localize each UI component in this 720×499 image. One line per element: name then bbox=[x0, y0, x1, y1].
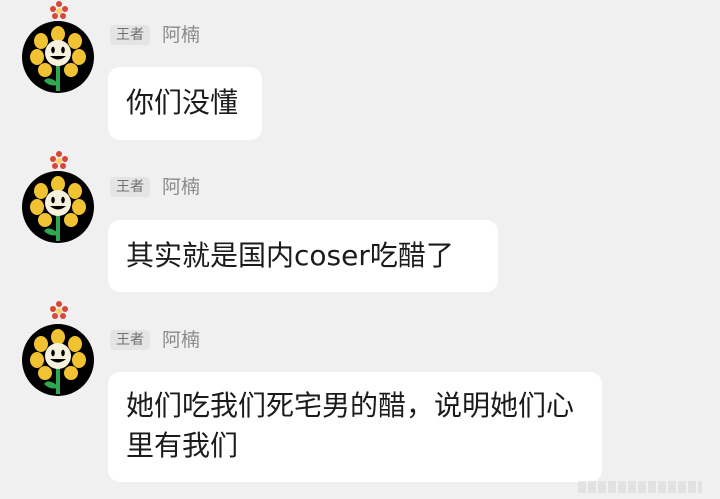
flower-badge-icon bbox=[48, 150, 70, 172]
avatar[interactable] bbox=[22, 324, 94, 396]
sender-name[interactable]: 阿楠 bbox=[162, 24, 200, 46]
avatar[interactable] bbox=[22, 21, 94, 93]
rank-badge: 王者 bbox=[110, 177, 150, 197]
message-bubble[interactable]: 你们没懂 bbox=[108, 67, 262, 140]
watermark bbox=[578, 481, 702, 493]
message-meta: 王者 阿楠 bbox=[110, 329, 200, 351]
flower-badge-icon bbox=[48, 0, 70, 22]
message-text: 你们没懂 bbox=[126, 86, 239, 119]
message-item: 王者 阿楠 她们吃我们死宅男的醋，说明她们心里有我们 bbox=[0, 300, 720, 499]
smiling-flower-icon bbox=[22, 21, 94, 93]
message-bubble[interactable]: 她们吃我们死宅男的醋，说明她们心里有我们 bbox=[108, 372, 602, 482]
rank-badge: 王者 bbox=[110, 330, 150, 350]
message-text: 她们吃我们死宅男的醋，说明她们心里有我们 bbox=[126, 389, 575, 462]
message-text: 其实就是国内coser吃醋了 bbox=[126, 239, 454, 272]
sender-name[interactable]: 阿楠 bbox=[162, 329, 200, 351]
message-bubble[interactable]: 其实就是国内coser吃醋了 bbox=[108, 220, 498, 292]
message-meta: 王者 阿楠 bbox=[110, 176, 200, 198]
flower-badge-icon bbox=[48, 300, 70, 322]
avatar[interactable] bbox=[22, 171, 94, 243]
smiling-flower-icon bbox=[22, 171, 94, 243]
rank-badge: 王者 bbox=[110, 25, 150, 45]
message-item: 王者 阿楠 你们没懂 bbox=[0, 0, 720, 150]
message-item: 王者 阿楠 其实就是国内coser吃醋了 bbox=[0, 150, 720, 300]
sender-name[interactable]: 阿楠 bbox=[162, 176, 200, 198]
chat-view: 王者 阿楠 你们没懂 王者 阿楠 其实就是国内coser吃醋了 王者 阿楠 她们… bbox=[0, 0, 720, 499]
smiling-flower-icon bbox=[22, 324, 94, 396]
message-meta: 王者 阿楠 bbox=[110, 24, 200, 46]
